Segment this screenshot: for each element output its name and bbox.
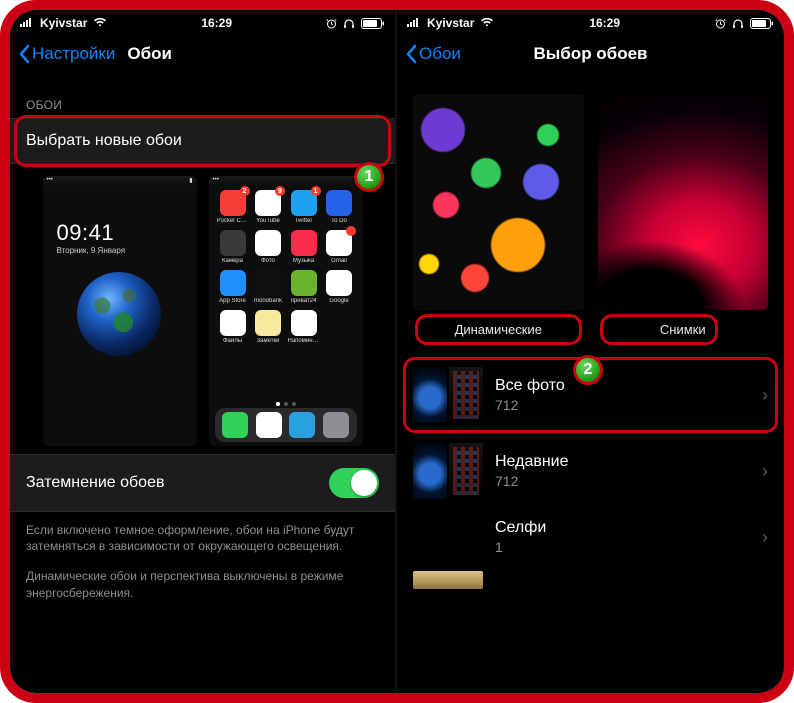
- signal-icon: [20, 16, 34, 30]
- album-selfie[interactable]: Селфи 1 ›: [397, 509, 784, 565]
- dynamic-wallpaper-tile[interactable]: [413, 94, 584, 310]
- battery-icon: [750, 18, 774, 29]
- hint-text-2: Динамические обои и перспектива выключен…: [10, 554, 395, 600]
- choose-new-wallpaper-row[interactable]: Выбрать новые обои: [10, 118, 395, 164]
- choose-wallpaper-screen: Kyivstar 16:29 Обои Выбор обоев: [397, 10, 784, 693]
- stills-wallpaper-tile[interactable]: [598, 94, 769, 310]
- clock: 16:29: [201, 16, 232, 30]
- lock-time: 09:41: [57, 220, 115, 246]
- app-icon: Заметки: [253, 310, 284, 344]
- earth-wallpaper: [77, 272, 161, 356]
- signal-icon: [407, 16, 421, 30]
- app-icon: App Store: [217, 270, 249, 304]
- dock-safari-icon: [256, 412, 282, 438]
- marker-2: 2: [573, 355, 603, 385]
- choose-new-label: Выбрать новые обои: [26, 132, 182, 150]
- back-label: Обои: [419, 44, 461, 64]
- album-count: 1: [495, 539, 750, 555]
- dock-phone-icon: [222, 412, 248, 438]
- album-title: Селфи: [495, 519, 750, 537]
- dim-label: Затемнение обоев: [26, 474, 164, 492]
- nav-bar: Настройки Обои: [10, 32, 395, 76]
- album-count: 712: [495, 473, 750, 489]
- dim-wallpaper-row: Затемнение обоев: [10, 454, 395, 512]
- headphones-icon: [732, 18, 744, 29]
- album-recents[interactable]: Недавние 712 ›: [397, 433, 784, 509]
- app-icon: приват24: [288, 270, 320, 304]
- app-icon: Google: [324, 270, 355, 304]
- category-stills-label[interactable]: Снимки: [598, 316, 769, 343]
- status-bar: Kyivstar 16:29: [10, 10, 395, 32]
- page-title: Обои: [127, 44, 172, 64]
- page-title: Выбор обоев: [534, 44, 648, 64]
- dock-settings-icon: [323, 412, 349, 438]
- homescreen-preview[interactable]: •••▮ 2Pocket Casts9YouTube1TwitterTo DoК…: [209, 176, 363, 446]
- wallpaper-categories: [397, 76, 784, 310]
- hint-text-1: Если включено темное оформление, обои на…: [10, 512, 395, 554]
- app-icon: 9YouTube: [253, 190, 284, 224]
- chevron-right-icon: ›: [762, 461, 768, 482]
- dock-telegram-icon: [289, 412, 315, 438]
- app-icon: Напоминания: [288, 310, 320, 344]
- marker-1: 1: [354, 162, 384, 192]
- status-bar: Kyivstar 16:29: [397, 10, 784, 32]
- album-count: 712: [495, 397, 750, 413]
- lock-date: Вторник, 9 Января: [57, 246, 126, 255]
- settings-wallpaper-screen: Kyivstar 16:29 Настройки Обои ОБОИ Выбра…: [10, 10, 397, 693]
- dim-toggle[interactable]: [329, 468, 379, 498]
- wallpaper-previews: •••▮ 09:41 Вторник, 9 Января •••▮ 2Pocke…: [10, 164, 395, 454]
- album-title: Все фото: [495, 377, 750, 395]
- nav-bar: Обои Выбор обоев: [397, 32, 784, 76]
- alarm-icon: [715, 18, 726, 29]
- wifi-icon: [480, 16, 494, 30]
- wifi-icon: [93, 16, 107, 30]
- app-icon: Файлы: [217, 310, 249, 344]
- chevron-right-icon: ›: [762, 385, 768, 406]
- app-icon: 1Twitter: [288, 190, 320, 224]
- app-icon: monobank: [253, 270, 284, 304]
- app-icon: Gmail: [324, 230, 355, 264]
- category-dynamic-label[interactable]: Динамические: [413, 316, 584, 343]
- back-label: Настройки: [32, 44, 115, 64]
- clock: 16:29: [589, 16, 620, 30]
- section-header: ОБОИ: [10, 76, 395, 118]
- headphones-icon: [343, 18, 355, 29]
- back-button[interactable]: Настройки: [18, 44, 115, 64]
- app-icon: Фото: [253, 230, 284, 264]
- battery-icon: [361, 18, 385, 29]
- alarm-icon: [326, 18, 337, 29]
- app-icon: 2Pocket Casts: [217, 190, 249, 224]
- lockscreen-preview[interactable]: •••▮ 09:41 Вторник, 9 Января: [43, 176, 197, 446]
- app-icon: To Do: [324, 190, 355, 224]
- app-icon: Камера: [217, 230, 249, 264]
- album-partial[interactable]: [397, 565, 784, 599]
- app-icon: Музыка: [288, 230, 320, 264]
- carrier-label: Kyivstar: [427, 16, 474, 30]
- chevron-right-icon: ›: [762, 527, 768, 548]
- back-button[interactable]: Обои: [405, 44, 461, 64]
- carrier-label: Kyivstar: [40, 16, 87, 30]
- album-title: Недавние: [495, 453, 750, 471]
